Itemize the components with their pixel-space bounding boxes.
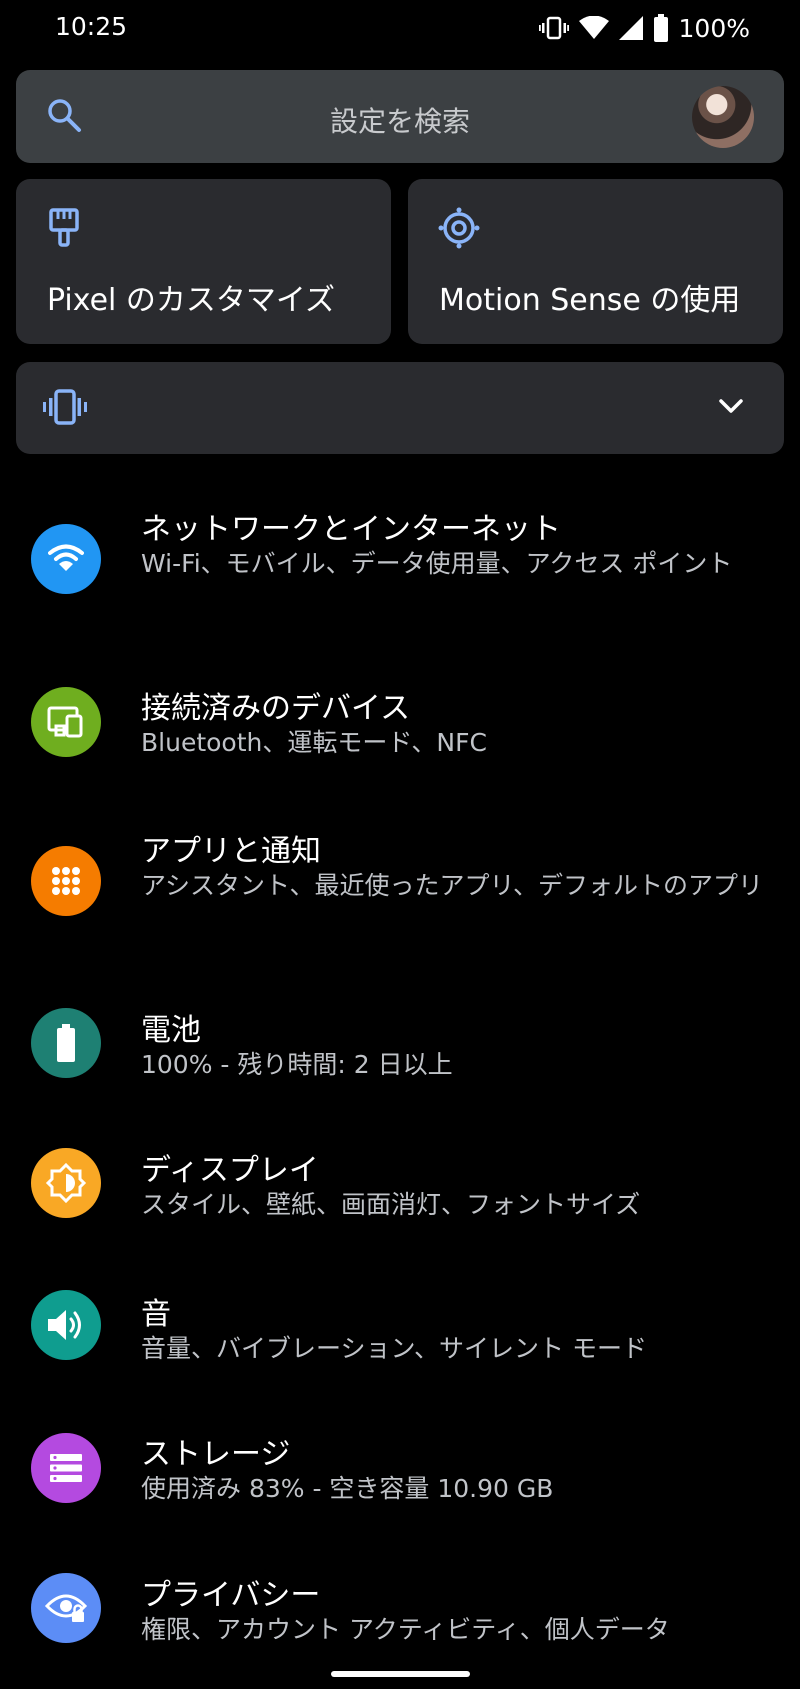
paintbrush-icon xyxy=(46,207,82,251)
settings-item-subtitle: スタイル、壁紙、画面消灯、フォントサイズ xyxy=(141,1190,641,1219)
settings-item-title: ディスプレイ xyxy=(141,1153,319,1188)
battery-status-icon xyxy=(653,14,669,42)
storage-icon xyxy=(31,1433,101,1503)
settings-item-title: プライバシー xyxy=(141,1578,321,1613)
settings-item-title: 電池 xyxy=(141,1013,201,1048)
wifi-status-icon xyxy=(578,16,609,40)
vibrate-icon xyxy=(42,388,88,430)
battery-icon xyxy=(31,1008,101,1078)
settings-item-subtitle: 100% - 残り時間: 2 日以上 xyxy=(141,1050,453,1079)
account-avatar[interactable] xyxy=(692,86,754,148)
battery-percent: 100% xyxy=(678,13,750,43)
settings-item-network[interactable]: ネットワークとインターネット Wi-Fi、モバイル、データ使用量、アクセス ポイ… xyxy=(0,500,800,640)
card-label: Pixel のカスタマイズ xyxy=(47,283,336,318)
ringer-mode-row[interactable] xyxy=(16,362,784,454)
settings-item-title: 音 xyxy=(141,1297,171,1332)
settings-item-apps[interactable]: アプリと通知 アシスタント、最近使ったアプリ、デフォルトのアプリ xyxy=(0,822,800,962)
card-motion-sense[interactable]: Motion Sense の使用 xyxy=(408,179,783,344)
settings-item-sound[interactable]: 音 音量、バイブレーション、サイレント モード xyxy=(0,1287,800,1407)
settings-item-title: ネットワークとインターネット xyxy=(141,512,561,547)
settings-item-connected-devices[interactable]: 接続済みのデバイス Bluetooth、運転モード、NFC xyxy=(0,680,800,800)
settings-item-display[interactable]: ディスプレイ スタイル、壁紙、画面消灯、フォントサイズ xyxy=(0,1145,800,1265)
settings-item-subtitle: 音量、バイブレーション、サイレント モード xyxy=(141,1334,647,1363)
devices-icon xyxy=(31,687,101,757)
vibrate-status-icon xyxy=(538,15,569,41)
settings-item-subtitle: アシスタント、最近使ったアプリ、デフォルトのアプリ xyxy=(141,871,764,900)
settings-item-subtitle: Bluetooth、運転モード、NFC xyxy=(141,728,487,757)
settings-item-title: ストレージ xyxy=(141,1437,291,1472)
status-time: 10:25 xyxy=(55,12,128,41)
search-placeholder: 設定を検索 xyxy=(329,105,470,138)
settings-item-subtitle: Wi-Fi、モバイル、データ使用量、アクセス ポイント xyxy=(141,549,733,578)
settings-item-subtitle: 使用済み 83% - 空き容量 10.90 GB xyxy=(141,1474,554,1503)
card-label: Motion Sense の使用 xyxy=(439,283,741,318)
settings-item-subtitle: 権限、アカウント アクティビティ、個人データ xyxy=(141,1615,670,1644)
motion-sense-icon xyxy=(438,207,480,253)
settings-item-storage[interactable]: ストレージ 使用済み 83% - 空き容量 10.90 GB xyxy=(0,1430,800,1550)
brightness-icon xyxy=(31,1148,101,1218)
settings-item-title: アプリと通知 xyxy=(141,834,321,869)
settings-item-title: 接続済みのデバイス xyxy=(141,691,411,726)
privacy-eye-icon xyxy=(31,1573,101,1643)
settings-item-battery[interactable]: 電池 100% - 残り時間: 2 日以上 xyxy=(0,1003,800,1123)
chevron-down-icon[interactable] xyxy=(718,396,744,420)
search-bar[interactable]: 設定を検索 xyxy=(16,70,784,163)
status-icons: 100% xyxy=(538,12,750,44)
status-bar: 10:25 100% xyxy=(0,0,800,58)
wifi-icon xyxy=(31,524,101,594)
card-pixel-customize[interactable]: Pixel のカスタマイズ xyxy=(16,179,391,344)
volume-icon xyxy=(31,1290,101,1360)
apps-grid-icon xyxy=(31,846,101,916)
signal-status-icon xyxy=(618,16,643,40)
gesture-nav-bar[interactable] xyxy=(331,1671,470,1677)
